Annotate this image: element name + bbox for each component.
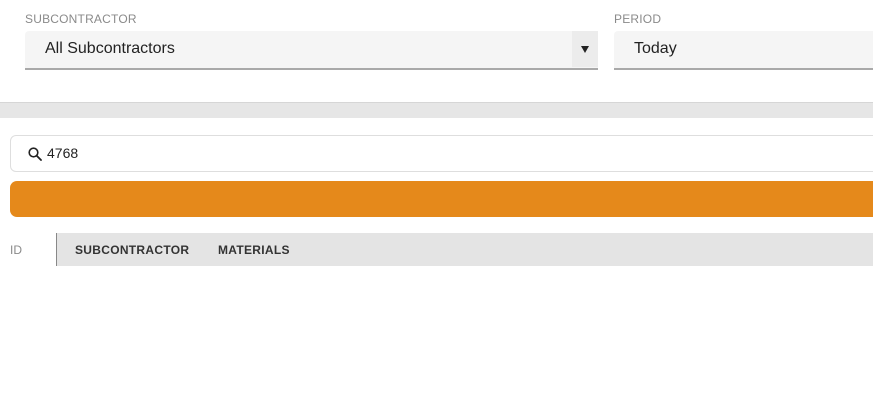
action-bar[interactable] xyxy=(10,181,873,217)
column-header-materials[interactable]: MATERIALS xyxy=(218,243,290,257)
table-body xyxy=(0,266,873,419)
period-label: PERIOD xyxy=(614,12,662,26)
subcontractor-label: SUBCONTRACTOR xyxy=(25,12,137,26)
search-icon xyxy=(28,147,42,161)
table-header: ID SUBCONTRACTOR MATERIALS xyxy=(0,233,873,266)
subcontractor-select-value: All Subcontractors xyxy=(45,40,175,57)
filter-panel: SUBCONTRACTOR All Subcontractors PERIOD … xyxy=(0,0,873,103)
column-header-id-label: ID xyxy=(10,243,22,257)
column-header-subcontractor[interactable]: SUBCONTRACTOR xyxy=(75,243,189,257)
subcontractor-dropdown-button[interactable] xyxy=(572,31,598,67)
section-divider xyxy=(0,102,873,118)
divider-shadow-line xyxy=(0,102,873,103)
column-header-id[interactable]: ID xyxy=(0,233,57,266)
search-input-value: 4768 xyxy=(47,145,79,161)
subcontractor-select[interactable]: All Subcontractors xyxy=(25,31,598,70)
chevron-down-icon xyxy=(581,45,589,53)
period-select[interactable]: Today xyxy=(614,31,873,70)
search-input[interactable]: 4768 xyxy=(10,135,873,172)
period-select-value: Today xyxy=(634,40,677,57)
